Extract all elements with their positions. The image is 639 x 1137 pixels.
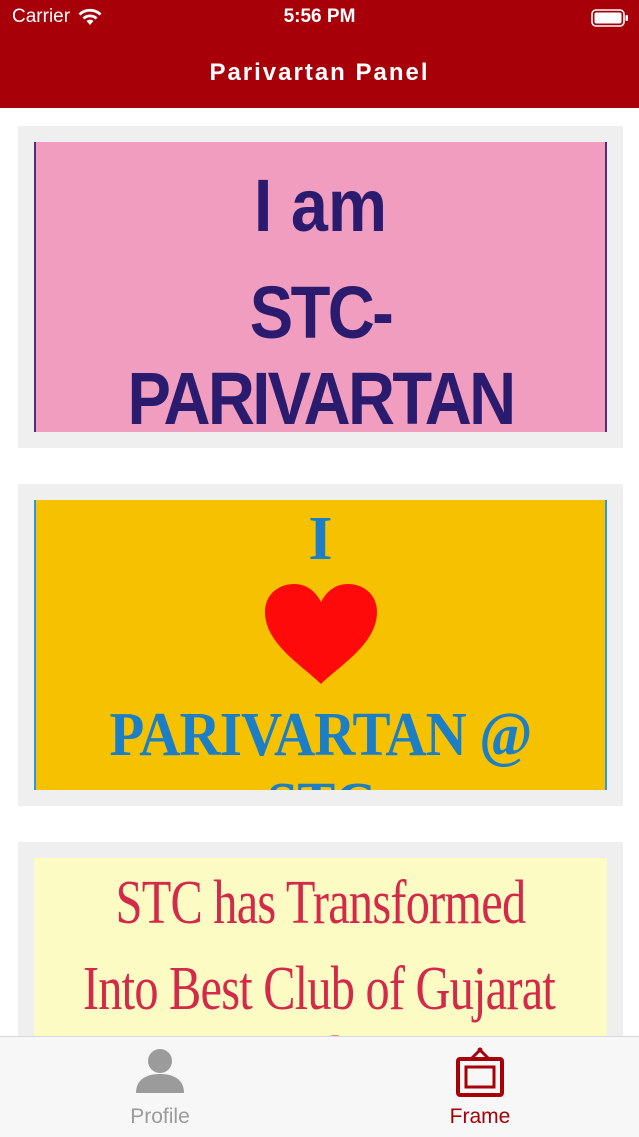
- frame-3-line-1: STC has Transformed: [115, 869, 526, 937]
- heart-icon: [265, 584, 377, 684]
- frame-image-2[interactable]: I PARIVARTAN @ STC: [34, 500, 607, 790]
- frame-1-line-2: STC-PARIVARTAN: [127, 271, 516, 432]
- frame-list[interactable]: I am STC-PARIVARTAN I PARIVARTAN @ STC S…: [0, 108, 639, 1036]
- status-bar: Carrier 5:56 PM: [0, 0, 639, 40]
- frame-image-3[interactable]: STC has Transformed Into Best Club of Gu…: [34, 858, 607, 1036]
- tab-bar: Profile Frame: [0, 1036, 639, 1137]
- tab-frame[interactable]: Frame: [320, 1037, 639, 1137]
- frame-2-line-2: PARIVARTAN @ STC: [109, 701, 533, 790]
- tab-profile[interactable]: Profile: [0, 1037, 320, 1137]
- frame-card-2[interactable]: I PARIVARTAN @ STC: [18, 484, 623, 806]
- battery-icon: [591, 9, 628, 27]
- person-icon: [136, 1049, 184, 1093]
- frame-1-line-1: I am: [253, 164, 388, 247]
- frame-3-line-2: Into Best Club of Gujarat Under: [82, 955, 556, 1036]
- frame-icon: [456, 1047, 504, 1097]
- frame-card-3[interactable]: STC has Transformed Into Best Club of Gu…: [18, 842, 623, 1036]
- tab-frame-label: Frame: [449, 1105, 511, 1128]
- navigation-bar: Parivartan Panel: [0, 40, 639, 108]
- frame-image-1[interactable]: I am STC-PARIVARTAN: [34, 142, 607, 432]
- frame-2-line-1: I: [308, 505, 333, 573]
- frame-card-1[interactable]: I am STC-PARIVARTAN: [18, 126, 623, 448]
- tab-profile-label: Profile: [130, 1105, 190, 1128]
- page-title: Parivartan Panel: [209, 59, 430, 86]
- status-time: 5:56 PM: [283, 6, 356, 27]
